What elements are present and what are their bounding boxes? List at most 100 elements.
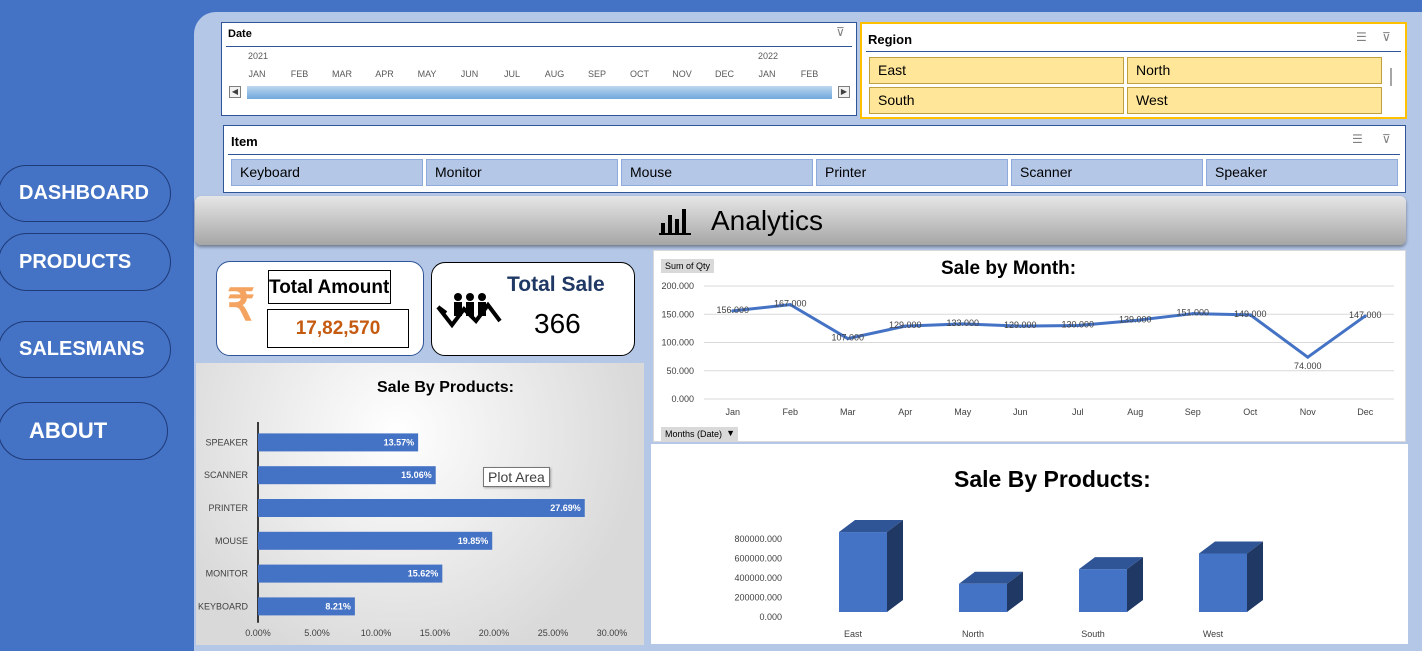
product-share-chart[interactable]: Sale By Products: SPEAKER 13.57% SCANNER 15… (196, 363, 644, 645)
category-label: MONITOR (206, 569, 249, 579)
item-monitor[interactable]: Monitor (426, 159, 618, 186)
x-tick-label: Mar (840, 407, 856, 417)
analytics-header: Analytics (195, 196, 1406, 245)
months-date-filter-label: Months (Date) (665, 429, 723, 439)
clear-filter-icon[interactable]: ⊽ (1382, 30, 1391, 44)
nav-products-button[interactable]: PRODUCTS (0, 233, 171, 291)
x-tick-label: West (1203, 629, 1224, 639)
data-label: 149.000 (1234, 309, 1267, 319)
timeline-month[interactable]: JAN (242, 69, 272, 79)
total-amount-label: Total Amount (268, 270, 391, 304)
y-tick-label: 600000.000 (734, 554, 782, 564)
item-slicer-title: Item (231, 134, 258, 149)
item-slicer: Item ☰ ⊽ Keyboard Monitor Mouse Printer … (223, 125, 1406, 193)
item-scanner[interactable]: Scanner (1011, 159, 1203, 186)
x-tick-label: East (844, 629, 863, 639)
data-label: 129.000 (889, 320, 922, 330)
multi-select-icon[interactable]: ☰ (1352, 132, 1363, 146)
timeline-month[interactable]: AUG (540, 69, 570, 79)
region-item-west[interactable]: West (1127, 87, 1382, 114)
slicer-scrollbar[interactable] (1390, 68, 1392, 86)
y-tick-label: 400000.000 (734, 573, 782, 583)
x-tick-label: Aug (1127, 407, 1143, 417)
data-label: 13.57% (384, 437, 415, 447)
x-tick-label: 5.00% (304, 628, 330, 638)
region-sales-columns: 0.000 200000.000 400000.000 600000.000 80000… (734, 520, 1263, 639)
x-tick-label: Nov (1300, 407, 1317, 417)
timeline-month[interactable]: MAR (327, 69, 357, 79)
timeline-month[interactable]: NOV (667, 69, 697, 79)
data-point (1306, 355, 1310, 359)
date-slicer[interactable]: Date ⊽ 2021 2022 JAN FEB MAR APR MAY JUN JUL AU… (221, 22, 857, 116)
timeline-month[interactable]: FEB (285, 69, 315, 79)
timeline-month[interactable]: JUL (497, 69, 527, 79)
months-date-filter[interactable]: Months (Date) ▼ (661, 427, 739, 441)
timeline-month[interactable]: SEP (582, 69, 612, 79)
clear-filter-icon[interactable]: ⊽ (836, 25, 845, 39)
timeline-month[interactable]: OCT (625, 69, 655, 79)
region-slicer-title: Region (868, 32, 913, 47)
item-keyboard[interactable]: Keyboard (231, 159, 423, 186)
timeline-month[interactable]: JUN (455, 69, 485, 79)
column (1079, 569, 1127, 612)
item-printer[interactable]: Printer (816, 159, 1008, 186)
x-tick-label: South (1081, 629, 1105, 639)
nav-salesmans-button[interactable]: SALESMANS (0, 321, 171, 378)
data-label: 147.000 (1349, 310, 1382, 320)
multi-select-icon[interactable]: ☰ (1356, 30, 1367, 44)
data-label: 15.06% (401, 470, 432, 480)
monthly-sales-line: 0.000 50.000 100.000 150.000 200.000 156.000 J… (661, 281, 1394, 417)
clear-filter-icon[interactable]: ⊽ (1382, 132, 1391, 146)
data-label: 167.000 (774, 299, 807, 309)
data-label: 156.000 (716, 305, 749, 315)
data-label: 151.000 (1176, 308, 1209, 318)
region-item-north[interactable]: North (1127, 57, 1382, 84)
y-tick-label: 0.000 (759, 612, 782, 622)
total-sale-value: 366 (534, 308, 581, 339)
y-tick-label: 0.000 (671, 394, 694, 404)
scroll-right-icon[interactable]: ▶ (838, 86, 850, 98)
bar (258, 499, 585, 517)
x-tick-label: Sep (1185, 407, 1201, 417)
region-sales-chart[interactable]: Sale By Products: 0.000 200000.000 400000.… (651, 444, 1408, 644)
monthly-sales-chart[interactable]: Sum of Qty Sale by Month: 0.000 50.000 100… (653, 250, 1406, 442)
timeline-month[interactable]: JAN (752, 69, 782, 79)
nav-about-button[interactable]: ABOUT (0, 402, 168, 460)
nav-dashboard-button[interactable]: DASHBOARD (0, 165, 171, 222)
y-tick-label: 800000.000 (734, 534, 782, 544)
column-side (887, 520, 903, 612)
product-share-bars: SPEAKER 13.57% SCANNER 15.06% PRINTER 27.69% M… (198, 422, 627, 638)
timeline-year: 2022 (758, 51, 779, 61)
data-label: 107.000 (831, 333, 864, 343)
total-sale-label: Total Sale (507, 273, 605, 296)
timeline-month[interactable]: FEB (795, 69, 825, 79)
item-speaker[interactable]: Speaker (1206, 159, 1398, 186)
x-tick-label: 10.00% (361, 628, 392, 638)
scroll-left-icon[interactable]: ◀ (229, 86, 241, 98)
rupee-icon: ₹ (227, 281, 255, 330)
date-slicer-title: Date (228, 28, 252, 40)
data-label: 74.000 (1294, 361, 1322, 371)
category-label: KEYBOARD (198, 601, 249, 611)
filter-dropdown-icon[interactable]: ▼ (726, 428, 735, 438)
total-sale-card: Total Sale 366 (431, 262, 635, 356)
x-tick-label: North (962, 629, 984, 639)
data-label: 130.000 (1061, 320, 1094, 330)
region-item-south[interactable]: South (869, 87, 1124, 114)
region-slicer: Region ☰ ⊽ East North South West (860, 22, 1407, 119)
region-slicer-divider (866, 51, 1401, 52)
category-label: PRINTER (208, 503, 248, 513)
timeline-month[interactable]: MAY (412, 69, 442, 79)
total-amount-card: ₹ Total Amount 17,82,570 (216, 261, 424, 356)
data-label: 15.62% (408, 569, 439, 579)
x-tick-label: 25.00% (538, 628, 569, 638)
analytics-title: Analytics (711, 205, 824, 236)
timeline-month[interactable]: APR (370, 69, 400, 79)
timeline-month[interactable]: DEC (710, 69, 740, 79)
timeline-range-bar[interactable] (247, 86, 832, 99)
region-item-east[interactable]: East (869, 57, 1124, 84)
x-tick-label: 15.00% (420, 628, 451, 638)
total-amount-value: 17,82,570 (267, 309, 409, 348)
item-mouse[interactable]: Mouse (621, 159, 813, 186)
y-tick-label: 200.000 (661, 281, 694, 291)
